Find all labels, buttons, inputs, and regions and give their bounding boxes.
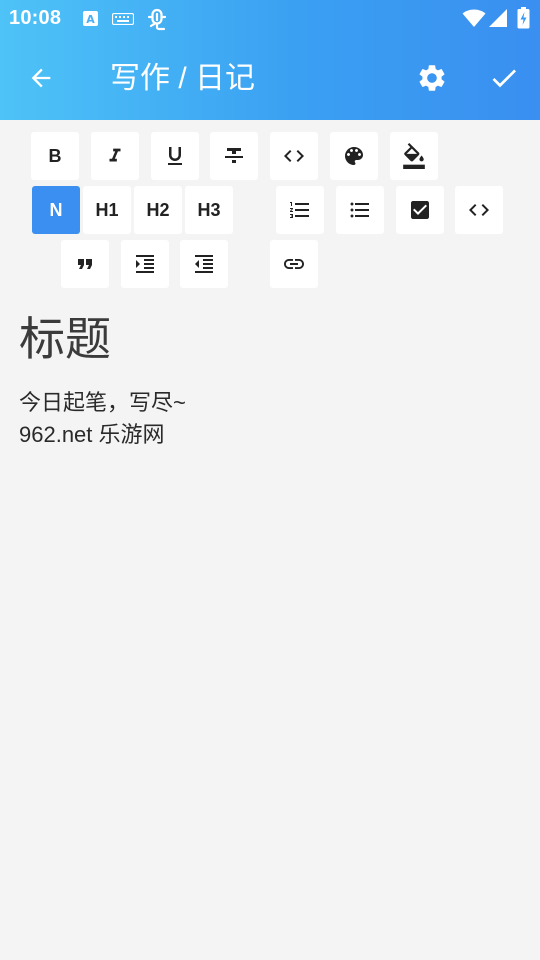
palette-icon	[345, 147, 363, 165]
wifi-icon	[462, 9, 486, 27]
strikethrough-button[interactable]	[210, 132, 258, 180]
app-toolbar: 写作 / 日记	[0, 50, 540, 108]
italic-button[interactable]	[91, 132, 139, 180]
underline-button[interactable]	[151, 132, 199, 180]
heading1-button[interactable]: H1	[83, 186, 131, 234]
code-block-icon	[469, 204, 489, 216]
notification-a-icon: A	[83, 11, 98, 26]
status-bar: 10:08 A	[0, 0, 540, 38]
indent-increase-icon	[136, 255, 154, 273]
back-button[interactable]	[17, 54, 65, 102]
h1-label: H1	[95, 199, 119, 220]
link-icon	[284, 259, 304, 269]
editor-toolbar: B N H1 H2 H3	[0, 120, 540, 295]
ordered-list-button[interactable]	[276, 186, 324, 234]
bold-button[interactable]: B	[31, 132, 79, 180]
arrow-left-icon	[31, 68, 51, 88]
body-line[interactable]: 今日起笔，写尽~	[19, 387, 519, 419]
link-button[interactable]	[270, 240, 318, 288]
normal-label: N	[49, 199, 63, 220]
app-bar: 10:08 A 写作 / 日记	[0, 0, 540, 120]
editor-content[interactable]: 标题 今日起笔，写尽~ 962.net 乐游网	[19, 300, 519, 451]
h3-label: H3	[197, 199, 221, 220]
svg-text:A: A	[86, 13, 95, 26]
code-icon	[284, 150, 304, 162]
heading2-button[interactable]: H2	[134, 186, 182, 234]
page-title: 写作 / 日记	[110, 62, 256, 95]
checkbox-icon	[411, 201, 429, 219]
h2-label: H2	[146, 199, 170, 220]
body-line[interactable]: 962.net 乐游网	[19, 419, 519, 451]
strikethrough-icon	[225, 148, 243, 163]
document-heading[interactable]: 标题	[19, 300, 519, 378]
gear-icon	[419, 65, 445, 91]
keyboard-icon	[112, 13, 134, 25]
battery-charging-icon	[517, 7, 530, 29]
bug-icon	[147, 8, 167, 31]
signal-icon	[489, 9, 507, 27]
status-time: 10:08	[9, 7, 62, 29]
heading3-button[interactable]: H3	[185, 186, 233, 234]
outdent-button[interactable]	[180, 240, 228, 288]
numbered-list-icon	[290, 202, 309, 218]
underline-icon	[168, 147, 182, 165]
fill-color-icon	[403, 143, 425, 169]
indent-button[interactable]	[121, 240, 169, 288]
check-icon	[492, 69, 516, 88]
confirm-button[interactable]	[480, 54, 528, 102]
bullet-list-button[interactable]	[336, 186, 384, 234]
normal-text-button[interactable]: N	[32, 186, 80, 234]
bold-label: B	[48, 145, 62, 166]
checkbox-list-button[interactable]	[396, 186, 444, 234]
indent-decrease-icon	[195, 255, 213, 273]
background-color-button[interactable]	[390, 132, 438, 180]
settings-button[interactable]	[408, 54, 456, 102]
text-color-button[interactable]	[330, 132, 378, 180]
quote-button[interactable]	[61, 240, 109, 288]
bulleted-list-icon	[350, 202, 369, 218]
inline-code-button[interactable]	[270, 132, 318, 180]
code-block-button[interactable]	[455, 186, 503, 234]
italic-icon	[109, 148, 121, 162]
quote-icon	[78, 259, 92, 269]
